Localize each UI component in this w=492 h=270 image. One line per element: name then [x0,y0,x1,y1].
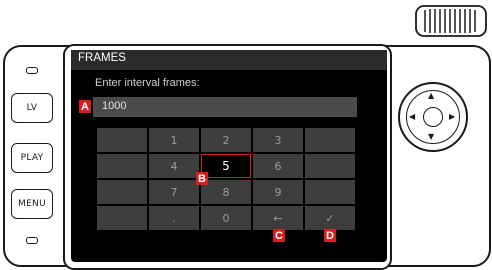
keypad-key-blank [305,128,355,152]
page-title: FRAMES [78,52,126,64]
marker-d: D [324,229,336,242]
keypad-key-blank [97,154,147,178]
thumbwheel-icon[interactable] [415,3,487,39]
keypad-key-blank [305,180,355,204]
keypad-key-blank [97,128,147,152]
dial-up-arrow-icon[interactable]: ▲ [428,91,434,100]
lv-button[interactable]: LV [11,93,53,123]
dial-right-arrow-icon[interactable]: ▶ [449,112,455,121]
center-button[interactable] [423,107,443,127]
prompt-label: Enter interval frames: [95,77,200,89]
marker-c: C [273,229,285,242]
keypad-key-decimal[interactable]: . [149,206,199,230]
keypad-key-3[interactable]: 3 [253,128,303,152]
marker-b: B [196,172,208,185]
keypad-key-2[interactable]: 2 [201,128,251,152]
marker-a: A [79,100,91,113]
keypad-key-9[interactable]: 9 [253,180,303,204]
keypad-confirm-key[interactable]: ✓ [305,206,355,230]
keypad-key-8[interactable]: 8 [201,180,251,204]
keypad-backspace-key[interactable]: ← [253,206,303,230]
keypad-key-6[interactable]: 6 [253,154,303,178]
dial-down-arrow-icon[interactable]: ▼ [428,132,434,141]
keypad-key-7[interactable]: 7 [149,180,199,204]
top-indicator-slot [26,67,38,74]
frames-input-field[interactable] [93,97,357,117]
keypad-key-0[interactable]: 0 [201,206,251,230]
bottom-indicator-slot [26,237,38,244]
keypad-key-blank [97,180,147,204]
dial-left-arrow-icon[interactable]: ◀ [409,112,415,121]
menu-button[interactable]: MENU [11,189,53,219]
frames-input-value: 1000 [102,100,127,112]
play-button[interactable]: PLAY [11,143,53,173]
keypad-key-1[interactable]: 1 [149,128,199,152]
keypad-key-blank [97,206,147,230]
keypad-key-4[interactable]: 4 [149,154,199,178]
keypad-key-5-selected[interactable]: 5 [201,154,251,178]
keypad-key-blank [305,154,355,178]
